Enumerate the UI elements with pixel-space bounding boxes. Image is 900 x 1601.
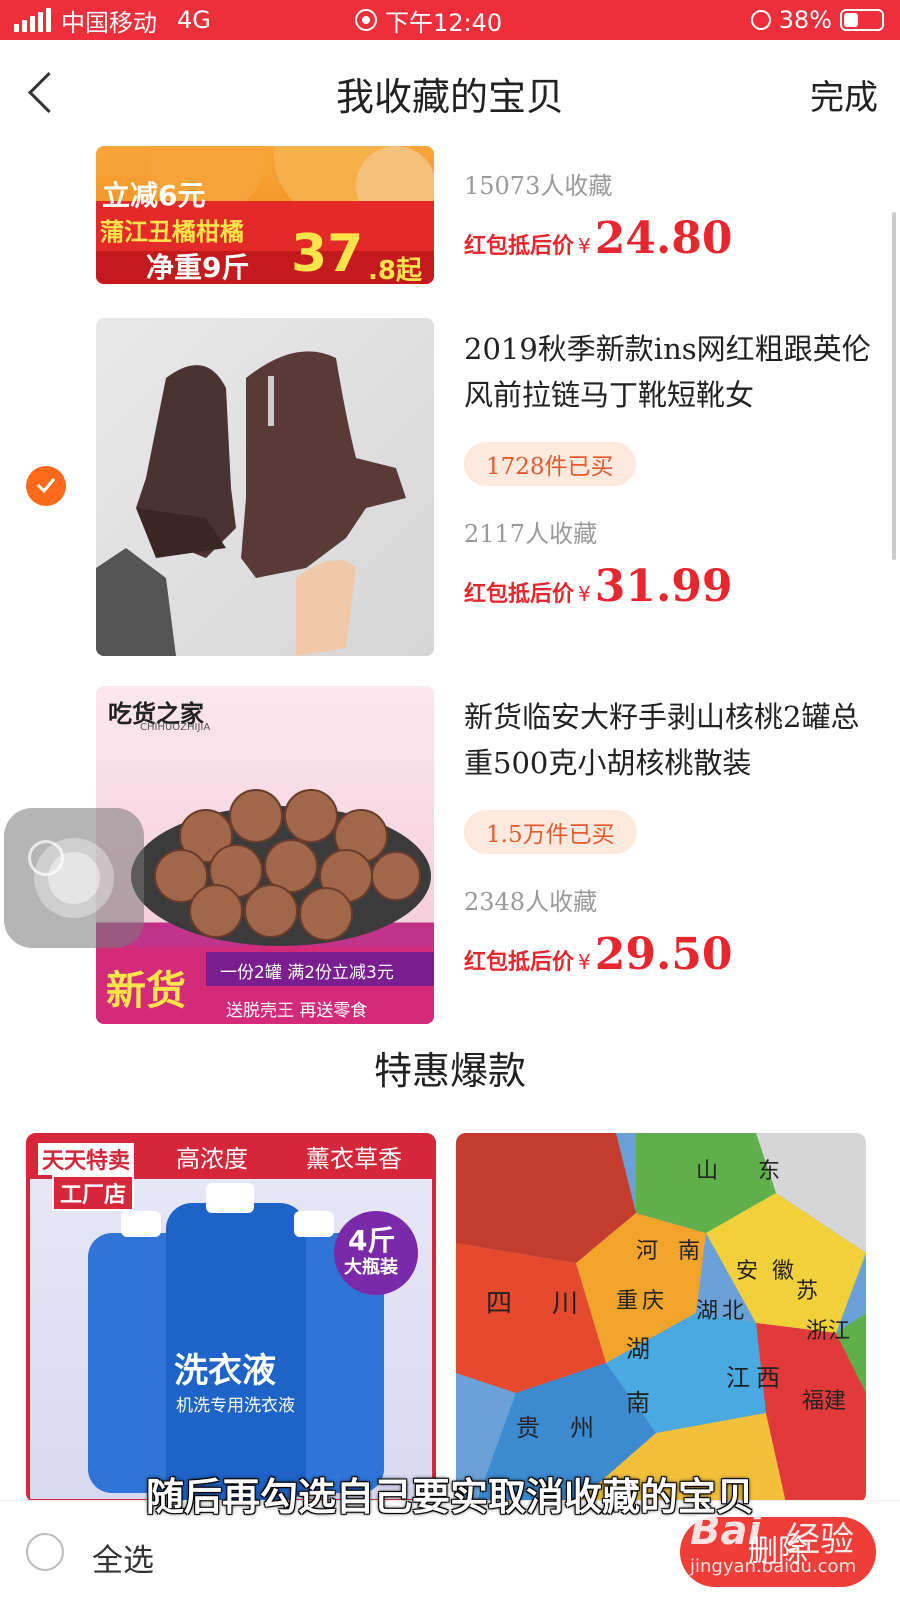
price-line: 红包抵后价 ¥ 31.99	[464, 561, 874, 612]
promo-text-1: 立减6元	[102, 179, 206, 212]
currency-symbol: ¥	[578, 582, 591, 606]
page-title: 我收藏的宝贝	[335, 75, 564, 119]
favorite-count: 2117人收藏	[464, 520, 598, 548]
watermark-logo: Bai	[690, 1508, 762, 1554]
bubble-2: 大瓶装	[344, 1257, 398, 1278]
price-line: 红包抵后价 ¥ 29.50	[464, 929, 874, 980]
network-label: 4G	[177, 6, 211, 34]
badge-top: 天天特卖	[38, 1143, 135, 1175]
recommend-card-detergent[interactable]: 天天特卖 工厂店 高浓度 薰衣草香 4斤 大瓶装 洗衣液 机洗专用洗衣液	[26, 1133, 436, 1503]
product-image[interactable]: 吃货之家 CHIHUOZHIJIA 新货 一份2罐 满2份立减3元 送脱壳王 再…	[96, 686, 434, 1024]
map-region-label: 河南	[636, 1239, 701, 1264]
feature-2: 薰衣草香	[306, 1145, 402, 1173]
promo-text-2: 蒲江丑橘柑橘	[100, 218, 244, 246]
promo-price-big: 37	[291, 224, 364, 284]
price-value: 29.50	[594, 929, 733, 980]
sold-badge: 1728件已买	[464, 442, 636, 486]
badge-bottom: 工厂店	[52, 1175, 135, 1211]
map-region-label: 安徽	[736, 1259, 795, 1284]
map-region-label: 重庆	[616, 1289, 665, 1314]
price-label: 红包抵后价	[464, 234, 575, 259]
product-name: 新货临安大籽手剥山核桃2罐总重500克小胡核桃散装	[464, 700, 860, 780]
item-info: 2019秋季新款ins网红粗跟英伦风前拉链马丁靴短靴女 1728件已买 2117…	[464, 326, 874, 612]
map-region-label: 南	[626, 1389, 650, 1417]
map-region-label: 江西	[726, 1364, 780, 1392]
promo-text-3: 净重9斤	[146, 251, 250, 284]
watermark: Bai 经验 jingyan.baidu.com	[690, 1508, 880, 1580]
scrollbar[interactable]	[892, 212, 896, 560]
assistive-touch-button[interactable]	[4, 808, 144, 948]
promo-price-small: .8起	[368, 256, 422, 284]
list-item[interactable]: 2019秋季新款ins网红粗跟英伦风前拉链马丁靴短靴女 1728件已买 2117…	[0, 318, 900, 658]
promo-line: 一份2罐 满2份立减3元	[220, 963, 394, 983]
price-label: 红包抵后价	[464, 582, 575, 607]
currency-symbol: ¥	[578, 950, 591, 974]
map-region-label: 福建	[802, 1389, 847, 1414]
currency-symbol: ¥	[578, 234, 591, 258]
map-region-label: 浙江	[806, 1319, 851, 1344]
ring-small	[28, 840, 64, 876]
carrier-label: 中国移动	[61, 8, 157, 37]
promo-tag: 新货	[106, 968, 186, 1014]
signal-icon	[14, 8, 51, 32]
select-all-label[interactable]: 全选	[92, 1535, 154, 1580]
sold-badge: 1.5万件已买	[464, 810, 637, 854]
price-value: 31.99	[594, 561, 733, 612]
recommend-card-map-puzzle[interactable]: 四川 湖 南 江西 贵州 安徽 浙江 福建 山东 河南 重庆 湖北 苏	[456, 1133, 866, 1503]
product-sublabel: 机洗专用洗衣液	[176, 1396, 295, 1416]
product-label: 洗衣液	[174, 1351, 276, 1391]
select-all-checkbox[interactable]	[26, 1533, 64, 1571]
clock: 下午12:40	[385, 8, 503, 37]
feature-1: 高浓度	[176, 1145, 248, 1173]
battery-percent: 38%	[778, 6, 832, 34]
item-info: 15073人收藏 红包抵后价 ¥ 24.80	[464, 166, 874, 264]
price-line: 红包抵后价 ¥ 24.80	[464, 213, 874, 264]
status-right: 38%	[750, 0, 884, 40]
watermark-url: jingyan.baidu.com	[690, 1556, 857, 1577]
boots-graphic	[96, 351, 406, 656]
section-title: 特惠爆款	[373, 1049, 526, 1093]
price-label: 红包抵后价	[464, 950, 575, 975]
item-info: 新货临安大籽手剥山核桃2罐总重500克小胡核桃散装 1.5万件已买 2348人收…	[464, 694, 874, 980]
rotation-lock-icon	[750, 10, 771, 30]
checkmark-icon	[36, 478, 56, 493]
battery-icon	[840, 9, 884, 31]
battery-fill	[844, 13, 858, 27]
map-region-label: 四川	[486, 1289, 579, 1319]
favorite-count: 2348人收藏	[464, 888, 598, 916]
map-region-label: 贵州	[516, 1414, 594, 1442]
product-name: 2019秋季新款ins网红粗跟英伦风前拉链马丁靴短靴女	[464, 332, 871, 412]
price-value: 24.80	[594, 213, 733, 264]
brand-en: CHIHUOZHIJIA	[140, 722, 211, 733]
screen-record-icon	[355, 9, 377, 31]
map-region-label: 湖北	[696, 1299, 745, 1324]
map-region-label: 湖	[626, 1335, 650, 1363]
status-bar: 中国移动 4G 下午12:40 38%	[0, 0, 900, 40]
status-left: 中国移动 4G	[14, 0, 211, 40]
product-image[interactable]	[96, 318, 434, 656]
status-center: 下午12:40	[355, 0, 502, 40]
item-checkbox-checked[interactable]	[26, 466, 66, 506]
watermark-text: 经验	[786, 1520, 854, 1560]
list-item[interactable]: 立减6元 蒲江丑橘柑橘 净重9斤 37 .8起 15073人收藏 红包抵后价 ¥…	[0, 146, 900, 286]
done-button[interactable]: 完成	[810, 70, 878, 119]
favorite-count: 15073人收藏	[464, 172, 613, 200]
map-region-label: 山东	[696, 1159, 781, 1184]
nav-bar: 我收藏的宝贝 完成	[0, 40, 900, 146]
product-image[interactable]: 立减6元 蒲江丑橘柑橘 净重9斤 37 .8起	[96, 146, 434, 284]
map-region-label: 苏	[796, 1279, 819, 1304]
promo-line-2: 送脱壳王 再送零食	[226, 1001, 368, 1021]
